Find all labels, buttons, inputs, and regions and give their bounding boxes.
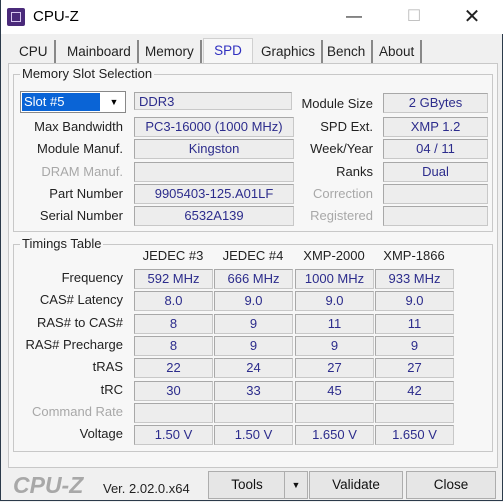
timing-row-label: RAS# Precharge <box>25 336 123 352</box>
memory-type-field: DDR3 <box>134 92 292 110</box>
close-window-button[interactable]: ✕ <box>449 0 495 34</box>
timing-row-label: Voltage <box>79 426 123 442</box>
tools-button[interactable]: Tools <box>208 471 286 499</box>
slot-select[interactable]: Slot #5 ▼ <box>20 91 126 113</box>
timing-row-label: tRC <box>100 381 123 397</box>
timing-row-label: CAS# Latency <box>39 292 123 308</box>
timing-cell: 9.0 <box>375 291 454 312</box>
timing-cell: 8 <box>134 313 213 334</box>
version-label: Ver. 2.02.0.x64 <box>103 481 190 496</box>
spd-ext-value: XMP 1.2 <box>383 117 488 137</box>
ranks-value: Dual <box>383 162 488 182</box>
col-header-jedec3: JEDEC #3 <box>142 248 204 263</box>
timing-cell: 9 <box>214 313 293 334</box>
timing-cell: 22 <box>134 358 213 379</box>
timing-cell: 11 <box>375 313 454 334</box>
validate-button[interactable]: Validate <box>309 471 403 499</box>
timing-cell: 592 MHz <box>134 269 213 289</box>
registered-value <box>383 206 488 226</box>
timing-cell: 1.650 V <box>375 425 454 446</box>
module-size-label: Module Size <box>301 96 373 111</box>
tab-graphics[interactable]: Graphics <box>255 40 324 64</box>
timing-cell <box>375 402 454 423</box>
tools-dropdown-button[interactable]: ▼ <box>284 471 308 499</box>
maximize-button[interactable]: ☐ <box>391 0 437 34</box>
tab-mainboard[interactable]: Mainboard <box>61 40 139 64</box>
dram-manuf-value <box>134 162 294 182</box>
slot-select-value: Slot #5 <box>22 93 100 111</box>
timing-cell: 8.0 <box>134 291 213 312</box>
registered-label: Registered <box>310 208 373 223</box>
timing-cell: 1.50 V <box>214 425 293 446</box>
timing-cell: 9 <box>295 335 374 356</box>
timing-cell: 27 <box>295 358 374 379</box>
col-header-xmp1866: XMP-1866 <box>383 248 445 263</box>
cpuz-window: CPU-Z — ☐ ✕ CPU Mainboard Memory SPD Gra… <box>0 0 503 501</box>
tab-about[interactable]: About <box>373 40 423 64</box>
week-year-value: 04 / 11 <box>383 139 488 159</box>
module-size-value: 2 GBytes <box>383 93 488 113</box>
tab-cpu[interactable]: CPU <box>13 40 56 64</box>
timing-cell: 42 <box>375 380 454 401</box>
timings-group-title: Timings Table <box>20 236 104 251</box>
module-manuf-value: Kingston <box>134 139 294 159</box>
cpuz-logo: CPU-Z <box>13 472 84 498</box>
timing-cell: 1.50 V <box>134 425 213 446</box>
chevron-down-icon: ▼ <box>291 480 301 490</box>
timing-row-label: Frequency <box>61 270 123 285</box>
window-title: CPU-Z <box>33 8 79 25</box>
timing-cell: 27 <box>375 358 454 379</box>
tab-memory[interactable]: Memory <box>139 40 202 64</box>
timing-cell <box>214 402 293 423</box>
timing-cell: 30 <box>134 380 213 401</box>
timing-cell: 9 <box>375 335 454 356</box>
part-number-label: Part Number <box>49 186 123 201</box>
timing-row-label: tRAS <box>92 359 123 375</box>
timing-cell: 1.650 V <box>295 425 374 446</box>
timing-cell: 9.0 <box>295 291 374 312</box>
spd-ext-label: SPD Ext. <box>320 119 373 134</box>
max-bandwidth-label: Max Bandwidth <box>34 119 123 134</box>
minimize-button[interactable]: — <box>331 0 377 34</box>
timing-cell: 45 <box>295 380 374 401</box>
timing-cell: 9 <box>214 335 293 356</box>
module-manuf-label: Module Manuf. <box>37 141 123 156</box>
ranks-label: Ranks <box>336 164 373 179</box>
part-number-value: 9905403-125.A01LF <box>134 184 294 204</box>
correction-label: Correction <box>313 186 373 201</box>
timing-cell <box>134 402 213 423</box>
timing-cell <box>295 402 374 423</box>
col-header-xmp2000: XMP-2000 <box>303 248 365 263</box>
timing-cell: 1000 MHz <box>295 269 374 289</box>
close-button[interactable]: Close <box>406 471 496 499</box>
cpuz-app-icon <box>7 8 25 26</box>
tab-spd[interactable]: SPD <box>203 38 253 65</box>
timing-row-label: RAS# to CAS# <box>37 314 123 330</box>
week-year-label: Week/Year <box>310 141 373 156</box>
dram-manuf-label: DRAM Manuf. <box>41 164 123 179</box>
timing-cell: 8 <box>134 335 213 356</box>
timing-cell: 666 MHz <box>214 269 293 289</box>
tab-bench[interactable]: Bench <box>321 40 374 64</box>
timing-cell: 933 MHz <box>375 269 454 289</box>
col-header-jedec4: JEDEC #4 <box>222 248 284 263</box>
memory-slot-group-title: Memory Slot Selection <box>20 66 155 81</box>
timing-cell: 33 <box>214 380 293 401</box>
serial-number-value: 6532A139 <box>134 206 294 226</box>
title-bar: CPU-Z — ☐ ✕ <box>1 0 503 34</box>
timing-row-label: Command Rate <box>31 403 123 419</box>
max-bandwidth-value: PC3-16000 (1000 MHz) <box>134 117 294 137</box>
chevron-down-icon[interactable]: ▼ <box>105 94 123 110</box>
timing-cell: 9.0 <box>214 291 293 312</box>
timing-cell: 11 <box>295 313 374 334</box>
timing-cell: 24 <box>214 358 293 379</box>
serial-number-label: Serial Number <box>39 208 123 223</box>
correction-value <box>383 184 488 204</box>
